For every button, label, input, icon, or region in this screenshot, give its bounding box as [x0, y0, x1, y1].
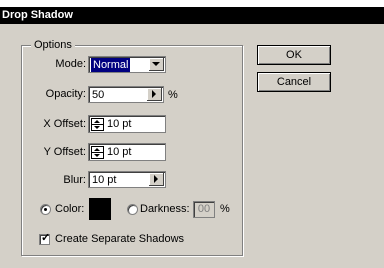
mode-dropdown-button[interactable]: [149, 58, 164, 71]
y-offset-input[interactable]: 10 pt: [88, 143, 166, 161]
divider: [92, 152, 103, 153]
darkness-input: 00: [193, 201, 215, 218]
chevron-down-icon: [152, 62, 160, 66]
ok-button[interactable]: OK: [257, 45, 331, 65]
color-swatch[interactable]: [89, 198, 111, 220]
blur-value: 10 pt: [92, 174, 117, 186]
radio-selected-dot: [44, 208, 47, 211]
opacity-value: 50: [92, 89, 105, 101]
blur-label: Blur:: [63, 174, 86, 186]
arrow-down-icon: [94, 126, 100, 129]
mode-label: Mode:: [55, 58, 86, 70]
options-legend: Options: [31, 38, 75, 52]
mode-select[interactable]: Normal: [88, 56, 166, 73]
window-top-strip: [0, 0, 384, 7]
color-radio[interactable]: [40, 204, 51, 215]
arrow-up-icon: [94, 120, 100, 123]
x-offset-label: X Offset:: [43, 118, 86, 130]
darkness-label[interactable]: Darkness:: [140, 201, 190, 217]
cancel-button[interactable]: Cancel: [257, 72, 331, 92]
divider: [92, 124, 103, 125]
darkness-unit: %: [220, 203, 230, 215]
darkness-radio[interactable]: [127, 204, 138, 215]
separate-shadows-label[interactable]: Create Separate Shadows: [55, 231, 184, 247]
arrow-up-icon: [94, 148, 100, 151]
arrow-right-icon: [152, 90, 156, 98]
y-offset-stepper[interactable]: [91, 146, 104, 159]
color-label[interactable]: Color:: [55, 201, 84, 217]
arrow-right-icon: [154, 175, 158, 183]
opacity-field[interactable]: 50: [88, 86, 164, 103]
x-offset-stepper[interactable]: [91, 118, 104, 131]
opacity-label: Opacity:: [45, 88, 86, 100]
y-offset-label: Y Offset:: [43, 146, 86, 158]
arrow-down-icon: [94, 154, 100, 157]
blur-popup-button[interactable]: [149, 173, 164, 186]
x-offset-input[interactable]: 10 pt: [88, 115, 166, 133]
opacity-unit: %: [168, 89, 178, 101]
opacity-popup-button[interactable]: [147, 88, 162, 101]
separate-shadows-checkbox[interactable]: ✓: [39, 232, 51, 245]
dialog-title: Drop Shadow: [0, 7, 384, 24]
checkmark-icon: ✓: [41, 232, 51, 244]
blur-field[interactable]: 10 pt: [88, 171, 166, 188]
x-offset-value: 10 pt: [107, 118, 132, 130]
y-offset-value: 10 pt: [107, 146, 132, 158]
mode-value: Normal: [91, 58, 131, 72]
